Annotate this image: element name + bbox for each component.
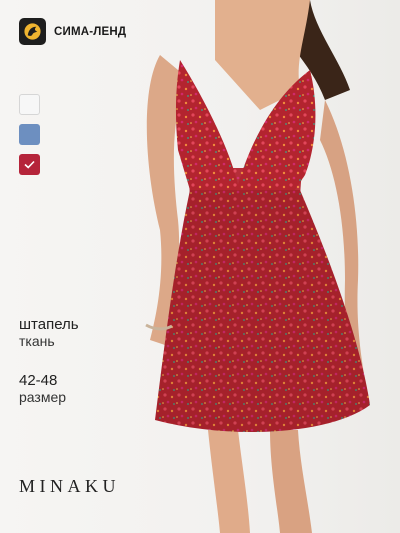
model-photo — [120, 0, 400, 533]
fabric-value: штапель — [19, 316, 79, 333]
fabric-label: ткань — [19, 333, 55, 349]
minaku-logo: MINAKU — [19, 476, 120, 496]
wolf-head-icon — [19, 18, 46, 45]
brand-name: СИМА-ЛЕНД — [54, 25, 127, 38]
size-label: размер — [19, 389, 67, 405]
dress-illustration — [145, 0, 370, 533]
size-spec: 42-48 размер — [19, 372, 66, 406]
size-value: 42-48 — [19, 372, 58, 389]
check-icon — [24, 160, 35, 169]
swatch-blue[interactable] — [19, 124, 40, 145]
brand-badge: СИМА-ЛЕНД — [19, 18, 126, 45]
fabric-spec: штапель ткань — [19, 316, 79, 350]
swatch-white[interactable] — [19, 94, 40, 115]
swatch-red[interactable] — [19, 154, 40, 175]
product-card: СИМА-ЛЕНД штапель ткань 42-48 размер MIN… — [0, 0, 400, 533]
color-swatches — [19, 94, 40, 175]
